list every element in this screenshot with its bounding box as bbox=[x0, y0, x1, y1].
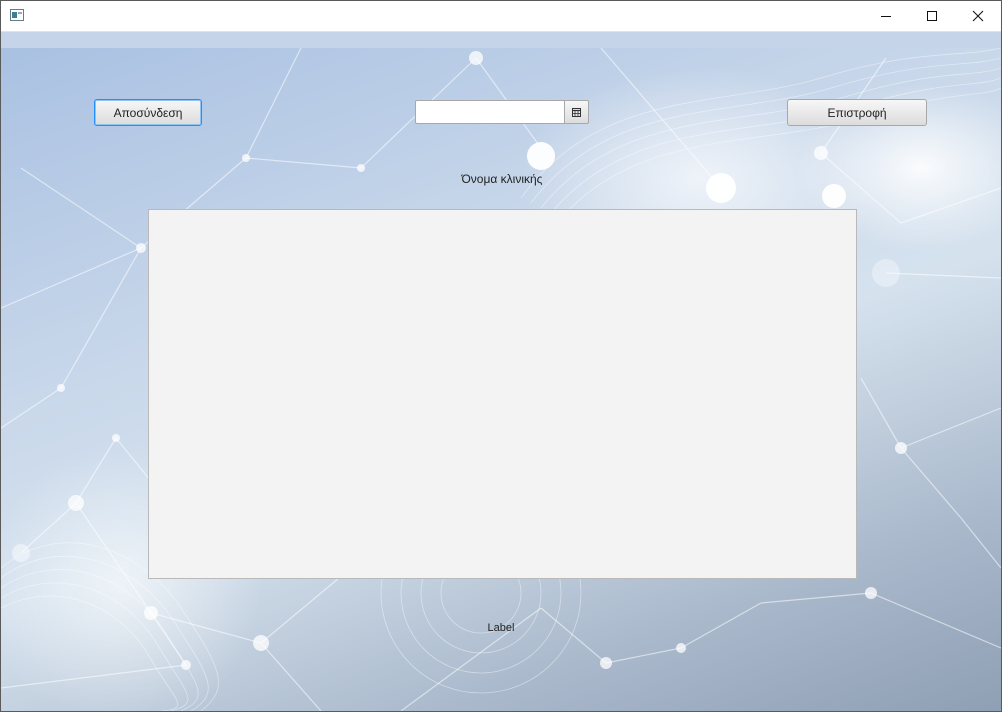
close-button[interactable] bbox=[955, 1, 1001, 31]
calendar-icon bbox=[572, 107, 581, 117]
date-picker-button[interactable] bbox=[564, 100, 589, 124]
logout-button[interactable]: Αποσύνδεση bbox=[94, 99, 202, 126]
title-bar bbox=[1, 1, 1001, 32]
maximize-icon bbox=[927, 11, 937, 21]
clinic-list-view[interactable] bbox=[148, 209, 857, 579]
clinic-name-label: Όνομα κλινικής bbox=[461, 172, 543, 186]
app-window: Αποσύνδεση Επιστροφή Όνομα κλινικής Labe… bbox=[0, 0, 1002, 712]
maximize-button[interactable] bbox=[909, 1, 955, 31]
back-button[interactable]: Επιστροφή bbox=[787, 99, 927, 126]
app-icon bbox=[10, 9, 24, 21]
menu-strip bbox=[1, 32, 1001, 48]
minimize-button[interactable] bbox=[863, 1, 909, 31]
status-label: Label bbox=[487, 622, 515, 634]
date-input[interactable] bbox=[415, 100, 565, 124]
close-icon bbox=[972, 10, 984, 22]
minimize-icon bbox=[881, 16, 891, 17]
